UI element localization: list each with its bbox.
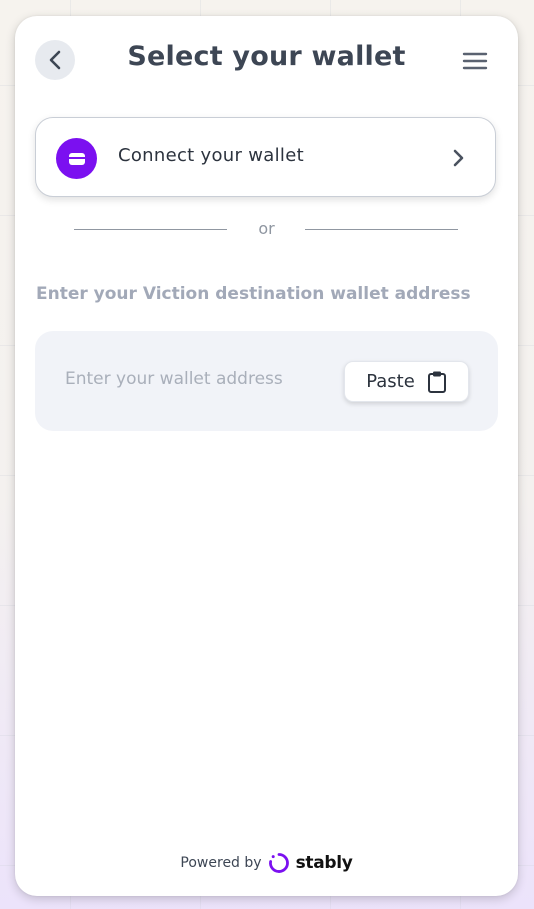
- destination-address-label: Enter your Viction destination wallet ad…: [36, 284, 471, 304]
- connect-wallet-button[interactable]: Connect your wallet: [35, 117, 496, 197]
- powered-by-text: Powered by: [180, 855, 262, 871]
- paste-label: Paste: [366, 371, 415, 392]
- wallet-address-input[interactable]: [65, 361, 335, 397]
- page-title: Select your wallet: [127, 41, 406, 72]
- chevron-right-icon: [453, 149, 464, 167]
- footer: Powered by stably: [15, 852, 518, 874]
- menu-button[interactable]: [462, 51, 488, 71]
- clipboard-icon: [427, 371, 446, 393]
- wallet-icon: [68, 152, 85, 165]
- wallet-selection-card: Select your wallet Connect your wallet o…: [15, 16, 518, 896]
- hamburger-menu-icon: [462, 52, 488, 70]
- connect-wallet-label: Connect your wallet: [118, 145, 304, 166]
- brand-name: stably: [295, 853, 353, 873]
- wallet-badge: [56, 138, 97, 179]
- stably-logo-icon: [268, 853, 289, 873]
- divider-line-right: [305, 229, 458, 230]
- wallet-address-box: Paste: [35, 331, 498, 431]
- paste-button[interactable]: Paste: [344, 361, 469, 402]
